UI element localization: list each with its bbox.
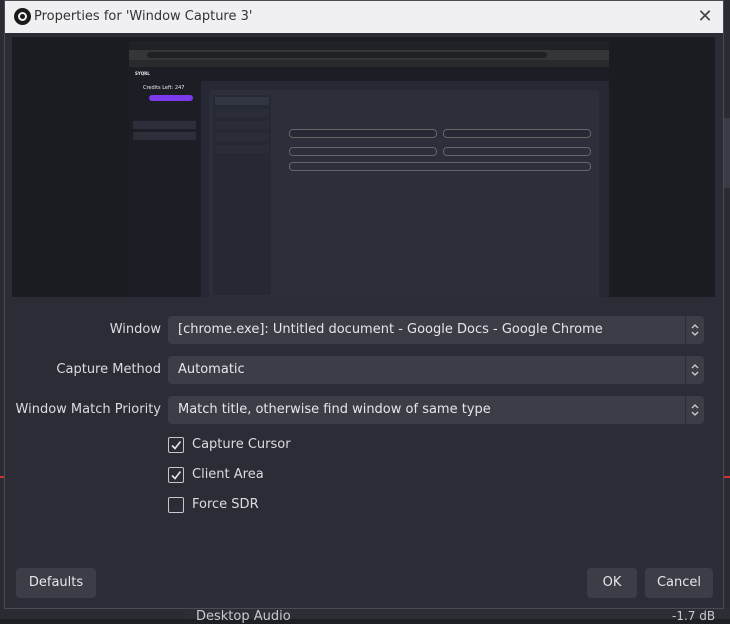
close-button[interactable]: ✕ <box>693 5 717 29</box>
capture-method-row: Capture Method Automatic <box>5 356 723 384</box>
force-sdr-checkbox[interactable] <box>168 497 184 513</box>
capture-method-label: Capture Method <box>56 362 161 377</box>
preview-menu-item <box>215 109 269 117</box>
client-area-checkbox-row[interactable]: Client Area <box>168 466 368 484</box>
background-red-line <box>724 476 730 478</box>
force-sdr-label: Force SDR <box>192 497 259 512</box>
preview-upgrade-button <box>149 95 193 101</box>
preview-url-field <box>147 52 547 58</box>
capture-cursor-checkbox-row[interactable]: Capture Cursor <box>168 436 368 454</box>
preview-site-logo: SYQRL <box>135 71 150 76</box>
match-priority-select[interactable]: Match title, otherwise find window of sa… <box>168 396 704 424</box>
capture-method-select[interactable]: Automatic <box>168 356 704 384</box>
close-icon: ✕ <box>697 6 713 27</box>
window-select[interactable]: [chrome.exe]: Untitled document - Google… <box>168 316 704 344</box>
cancel-button[interactable]: Cancel <box>645 568 713 598</box>
preview-button <box>289 147 437 156</box>
match-priority-value: Match title, otherwise find window of sa… <box>178 402 491 417</box>
dialog-title: Properties for 'Window Capture 3' <box>34 9 253 24</box>
window-row: Window [chrome.exe]: Untitled document -… <box>5 316 723 344</box>
capture-method-value: Automatic <box>178 362 245 377</box>
capture-preview: SYQRL Credits Left: 247 <box>12 37 715 297</box>
preview-left-panel <box>129 81 201 297</box>
checkmark-icon <box>171 471 182 480</box>
preview-bookmarks-bar <box>129 60 609 67</box>
defaults-button[interactable]: Defaults <box>16 568 96 598</box>
preview-browser-tabs <box>129 41 609 50</box>
preview-screenshot: SYQRL Credits Left: 247 <box>129 41 609 297</box>
preview-menu-item <box>215 121 269 129</box>
background-audio-db: -1.7 dB <box>672 609 716 623</box>
title-bar[interactable]: Properties for 'Window Capture 3' ✕ <box>5 1 723 33</box>
force-sdr-checkbox-row[interactable]: Force SDR <box>168 496 368 514</box>
preview-list-item <box>133 121 196 129</box>
checkmark-icon <box>171 441 182 450</box>
preview-menu-item <box>215 145 269 153</box>
preview-select-field <box>443 129 591 138</box>
preview-list-item <box>133 132 196 140</box>
preview-button <box>443 147 591 156</box>
preview-button <box>289 162 591 171</box>
chevron-up-down-icon <box>685 356 704 384</box>
chevron-up-down-icon <box>685 396 704 424</box>
preview-site-header <box>129 67 609 81</box>
chevron-up-down-icon <box>685 316 704 344</box>
window-select-value: [chrome.exe]: Untitled document - Google… <box>178 322 603 337</box>
capture-cursor-checkbox[interactable] <box>168 437 184 453</box>
window-label: Window <box>109 322 161 337</box>
preview-menu-item <box>215 133 269 141</box>
match-priority-row: Window Match Priority Match title, other… <box>5 396 723 424</box>
preview-menu-item <box>215 97 269 105</box>
capture-cursor-label: Capture Cursor <box>192 437 291 452</box>
ok-button[interactable]: OK <box>587 568 637 598</box>
preview-credits-text: Credits Left: 247 <box>143 85 185 91</box>
background-audio-label: Desktop Audio <box>196 609 291 624</box>
client-area-checkbox[interactable] <box>168 467 184 483</box>
preview-input-field <box>289 129 437 138</box>
match-priority-label: Window Match Priority <box>15 402 161 417</box>
client-area-label: Client Area <box>192 467 264 482</box>
properties-dialog: Properties for 'Window Capture 3' ✕ SYQR… <box>4 0 724 609</box>
obs-logo-icon <box>14 8 31 25</box>
